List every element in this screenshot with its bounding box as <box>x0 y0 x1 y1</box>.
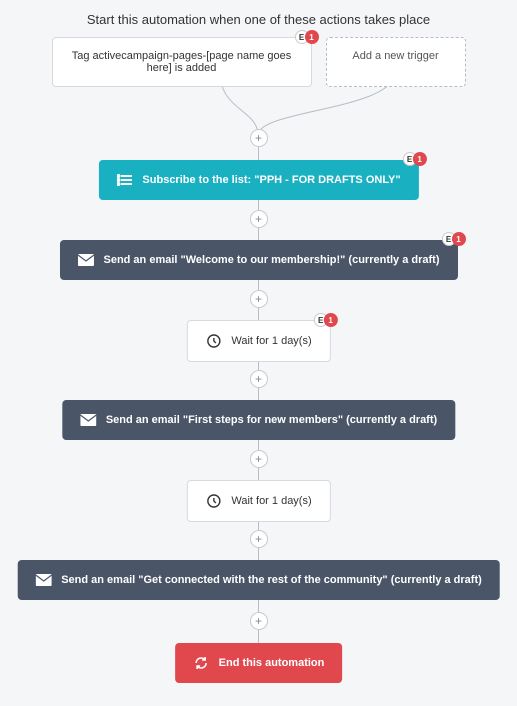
step-badge: E 1 <box>403 152 427 166</box>
add-trigger-label: Add a new trigger <box>352 50 438 62</box>
automation-heading: Start this automation when one of these … <box>0 0 517 37</box>
badge-count: 1 <box>324 313 338 327</box>
clock-icon <box>205 494 221 508</box>
step-send-email-welcome[interactable]: Send an email "Welcome to our membership… <box>59 240 457 280</box>
trigger-badge: E 1 <box>295 30 319 44</box>
badge-count: 1 <box>305 30 319 44</box>
trigger-tag-added[interactable]: Tag activecampaign-pages-[page name goes… <box>52 37 312 87</box>
step-send-email-first-steps[interactable]: Send an email "First steps for new membe… <box>62 400 455 440</box>
badge-count: 1 <box>452 232 466 246</box>
add-step-button[interactable]: + <box>250 612 268 630</box>
step-subscribe-list[interactable]: Subscribe to the list: "PPH - FOR DRAFTS… <box>98 160 418 200</box>
step-badge: E 1 <box>442 232 466 246</box>
step-badge: E 1 <box>314 313 338 327</box>
add-step-button[interactable]: + <box>250 370 268 388</box>
add-step-button[interactable]: + <box>250 210 268 228</box>
list-icon <box>116 173 132 187</box>
add-step-button[interactable]: + <box>250 450 268 468</box>
step-label: Send an email "Welcome to our membership… <box>103 254 439 266</box>
step-label: Wait for 1 day(s) <box>231 495 311 507</box>
add-step-button[interactable]: + <box>250 530 268 548</box>
email-icon <box>77 253 93 267</box>
trigger-label: Tag activecampaign-pages-[page name goes… <box>72 50 292 74</box>
badge-count: 1 <box>413 152 427 166</box>
step-send-email-get-connected[interactable]: Send an email "Get connected with the re… <box>17 560 500 600</box>
email-icon <box>80 413 96 427</box>
add-step-button[interactable]: + <box>250 129 268 147</box>
step-label: Wait for 1 day(s) <box>231 335 311 347</box>
clock-icon <box>205 334 221 348</box>
add-step-button[interactable]: + <box>250 290 268 308</box>
step-label: End this automation <box>219 657 325 669</box>
add-new-trigger[interactable]: Add a new trigger <box>326 37 466 87</box>
step-label: Send an email "Get connected with the re… <box>61 574 482 586</box>
step-label: Subscribe to the list: "PPH - FOR DRAFTS… <box>142 174 400 186</box>
step-end-automation[interactable]: End this automation <box>175 643 343 683</box>
step-wait-2[interactable]: Wait for 1 day(s) <box>186 480 330 522</box>
step-label: Send an email "First steps for new membe… <box>106 414 437 426</box>
email-icon <box>35 573 51 587</box>
refresh-icon <box>193 656 209 670</box>
step-wait-1[interactable]: Wait for 1 day(s) E 1 <box>186 320 330 362</box>
